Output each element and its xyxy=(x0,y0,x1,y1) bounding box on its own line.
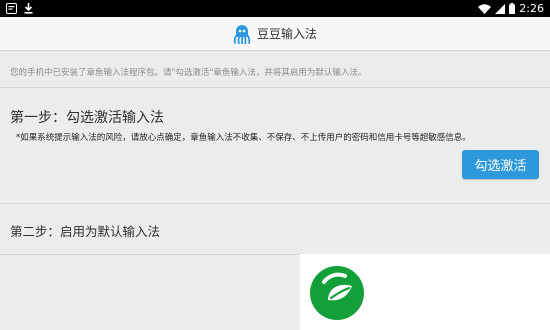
step1-title: 第一步：勾选激活输入法 xyxy=(10,110,164,126)
app-title-bar: 豆豆输入法 xyxy=(0,17,550,51)
divider xyxy=(0,254,300,255)
step1-warning-note: *如果系统提示输入法的风险，请放心点确定，章鱼输入法不收集、不保存、不上传用户的… xyxy=(16,133,471,143)
divider xyxy=(0,203,550,204)
screen: 2:26 豆豆输入法 您的手机中已安装了章鱼输入法程序包。请"勾选激活"章鱼输入… xyxy=(0,0,550,330)
battery-icon xyxy=(509,3,516,14)
signal-icon xyxy=(495,3,506,14)
octopus-logo-icon xyxy=(233,24,251,44)
install-notice: 您的手机中已安装了章鱼输入法程序包。请"勾选激活"章鱼输入法，并将其启用为默认输… xyxy=(10,68,367,78)
download-icon xyxy=(24,3,33,14)
notification-icon xyxy=(6,3,17,14)
wifi-icon xyxy=(478,3,492,14)
status-time: 2:26 xyxy=(519,2,544,15)
step2-title[interactable]: 第二步：启用为默认输入法 xyxy=(10,221,160,240)
activate-button[interactable]: 勾选激活 xyxy=(462,150,539,179)
green-leaf-logo-icon xyxy=(308,264,366,326)
status-bar-right: 2:26 xyxy=(478,3,544,14)
app-title: 豆豆输入法 xyxy=(256,27,317,41)
status-bar-left xyxy=(6,3,33,14)
status-bar: 2:26 xyxy=(0,0,550,17)
divider xyxy=(0,87,550,88)
watermark-panel xyxy=(300,254,550,330)
